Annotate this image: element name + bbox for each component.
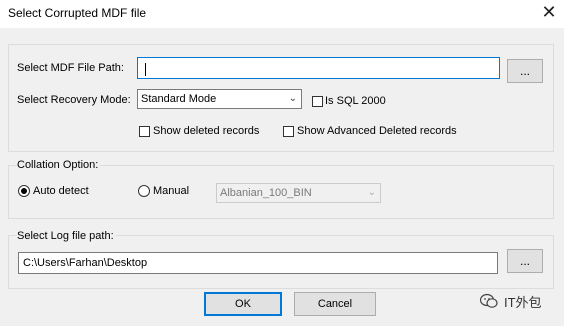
show-deleted-label: Show deleted records [153, 125, 260, 137]
manual-radio[interactable] [138, 185, 150, 197]
watermark: IT外包 [480, 290, 558, 312]
log-path-input[interactable]: C:\Users\Farhan\Desktop [18, 252, 498, 274]
cancel-button[interactable]: Cancel [294, 292, 376, 316]
ok-button[interactable]: OK [204, 292, 282, 316]
show-adv-deleted-checkbox[interactable] [283, 126, 294, 137]
recovery-mode-select[interactable]: Standard Mode ⌄ [137, 89, 302, 109]
collation-title: Collation Option: [17, 159, 101, 171]
dialog-body: Select MDF File Path: ... Select Recover… [0, 28, 564, 326]
collation-value: Albanian_100_BIN [220, 187, 312, 199]
mdf-path-input[interactable] [137, 57, 500, 79]
auto-detect-radio[interactable] [18, 185, 30, 197]
show-adv-deleted-label: Show Advanced Deleted records [297, 125, 457, 137]
watermark-text: IT外包 [504, 295, 542, 310]
recovery-mode-value: Standard Mode [141, 93, 217, 105]
log-browse-button[interactable]: ... [507, 249, 543, 273]
manual-label: Manual [153, 185, 190, 197]
collation-select[interactable]: Albanian_100_BIN ⌄ [216, 183, 381, 203]
radio-selected-dot [21, 188, 27, 194]
log-path-value: C:\Users\Farhan\Desktop [23, 257, 148, 269]
log-title: Select Log file path: [17, 230, 116, 242]
recovery-mode-label: Select Recovery Mode: [17, 94, 131, 106]
show-deleted-checkbox[interactable] [139, 126, 150, 137]
title-bar: Select Corrupted MDF file ✕ [0, 0, 564, 28]
auto-detect-label: Auto detect [33, 185, 89, 197]
text-caret [145, 63, 146, 76]
mdf-browse-button[interactable]: ... [507, 59, 543, 83]
chevron-down-icon: ⌄ [367, 187, 376, 198]
sql2000-checkbox[interactable] [312, 96, 323, 107]
close-icon[interactable]: ✕ [540, 2, 558, 22]
sql2000-label: Is SQL 2000 [325, 95, 386, 107]
mdf-path-label: Select MDF File Path: [17, 62, 124, 74]
chevron-down-icon: ⌄ [288, 93, 297, 104]
window-title: Select Corrupted MDF file [8, 6, 147, 20]
wechat-icon [480, 293, 498, 308]
